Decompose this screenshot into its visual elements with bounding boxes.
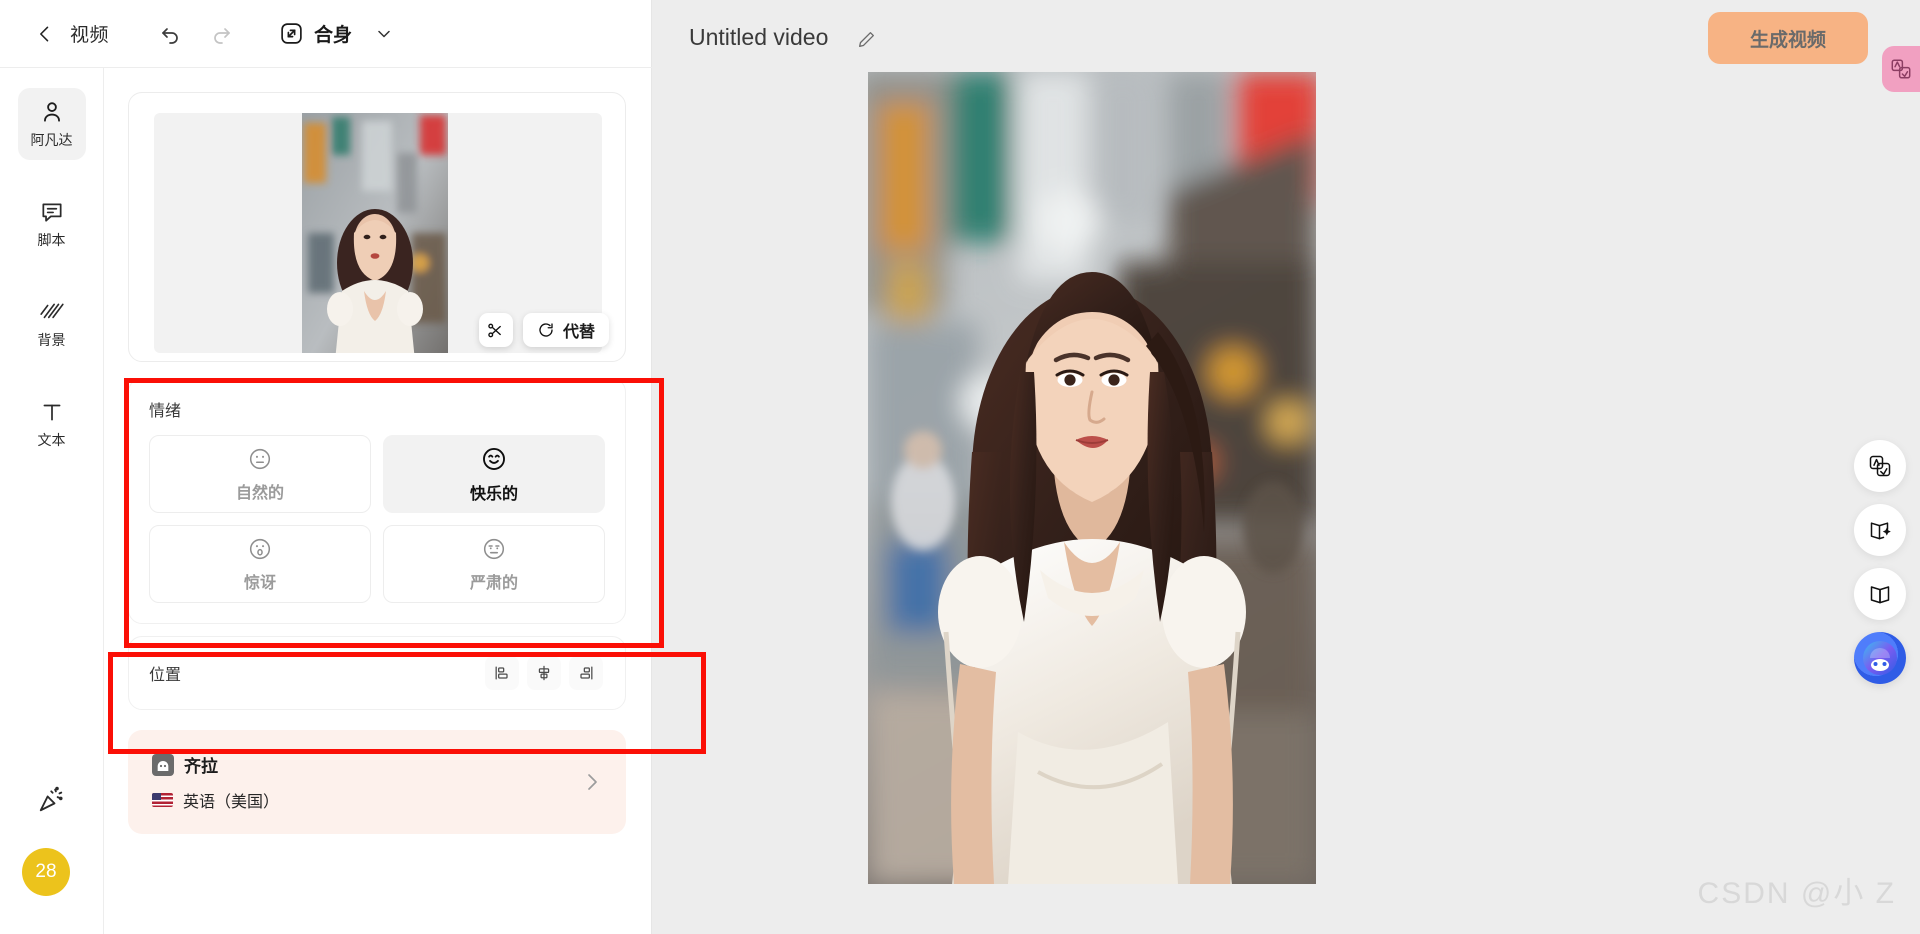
avatar-thumbnail[interactable]	[302, 113, 448, 353]
serious-face-icon	[483, 538, 505, 559]
main-header: Untitled video 生成视频	[653, 0, 1920, 92]
replace-avatar-button[interactable]: 代替	[522, 313, 609, 347]
surprised-face-icon	[249, 538, 271, 559]
person-icon	[43, 101, 60, 122]
toolbar-title: 视频	[70, 25, 110, 46]
redo-icon	[214, 27, 230, 44]
fit-mode-button[interactable]: 合身	[279, 20, 394, 47]
voice-name: 齐拉	[184, 757, 218, 776]
align-left-icon	[495, 666, 508, 680]
diagonal-stripes-icon	[39, 303, 64, 318]
fit-to-screen-icon	[281, 23, 302, 44]
emotion-option-label: 快乐的	[469, 485, 518, 503]
sidebar-item-label: 文本	[37, 431, 66, 448]
right-tool-rail	[1854, 440, 1906, 684]
emotion-option-serious[interactable]: 严肃的	[383, 525, 605, 603]
back-button[interactable]	[28, 17, 62, 51]
assistant-avatar-icon	[1863, 641, 1897, 675]
replace-avatar-label: 代替	[562, 324, 595, 341]
preview-actions: 代替	[478, 313, 609, 347]
emotion-option-surprised[interactable]: 惊讶	[149, 525, 371, 603]
emotion-grid: 自然的 快乐的 惊讶 严肃的	[149, 435, 605, 603]
align-right-icon	[580, 666, 593, 680]
translate-badge-icon	[1891, 59, 1911, 79]
align-right-button[interactable]	[569, 656, 603, 690]
generate-video-button[interactable]: 生成视频	[1708, 12, 1868, 64]
voice-language: 英语（美国）	[183, 794, 280, 811]
us-flag-icon	[152, 793, 173, 807]
book-sparkle-icon	[1870, 522, 1891, 540]
panel-content: 代替 情绪 自然的 快乐的 惊讶 严肃的 位置 齐拉 英语（美国）	[104, 68, 652, 934]
crop-button[interactable]	[478, 313, 513, 347]
align-center-icon	[538, 665, 550, 681]
sidebar-item-text[interactable]: 文本	[18, 388, 86, 460]
neutral-face-icon	[249, 448, 271, 469]
assistant-button[interactable]	[1854, 632, 1906, 684]
position-title: 位置	[149, 667, 182, 684]
fit-mode-label: 合身	[314, 25, 353, 46]
sidebar-item-label: 阿凡达	[30, 131, 73, 148]
emotion-option-label: 自然的	[235, 484, 284, 502]
translate-icon	[1869, 455, 1891, 477]
video-canvas[interactable]	[868, 72, 1316, 884]
emotion-option-natural[interactable]: 自然的	[149, 435, 371, 513]
position-section: 位置	[128, 636, 626, 710]
voice-avatar-icon	[152, 753, 174, 776]
book-icon	[1870, 586, 1890, 604]
voice-avatar-glyph	[157, 760, 169, 771]
scissors-icon	[488, 323, 502, 337]
voice-selector-card[interactable]: 齐拉 英语（美国）	[128, 730, 626, 834]
sidebar-item-label: 背景	[37, 331, 66, 348]
emotion-title: 情绪	[149, 403, 182, 420]
redo-button[interactable]	[203, 16, 239, 52]
app-root: 视频 合身 阿凡达 脚本 背景 文本 28 代替 情绪 自然的 快乐的 惊讶 严…	[0, 0, 1920, 934]
chevron-right-icon[interactable]	[580, 770, 604, 794]
rename-document-button[interactable]	[853, 26, 879, 52]
emotion-option-label: 严肃的	[469, 574, 518, 592]
celebrate-button[interactable]	[0, 784, 104, 814]
party-popper-icon	[39, 786, 63, 812]
document-title: Untitled video	[689, 24, 829, 50]
video-canvas-frame	[868, 72, 1316, 884]
left-editor-panel: 视频 合身 阿凡达 脚本 背景 文本 28 代替 情绪 自然的 快乐的 惊讶 严…	[0, 0, 706, 934]
position-buttons	[485, 656, 603, 690]
translate-badge-button[interactable]	[1882, 46, 1920, 92]
avatar-thumbnail-image	[302, 113, 448, 353]
sidebar-item-script[interactable]: 脚本	[18, 188, 86, 260]
voice-info: 齐拉 英语（美国）	[152, 752, 279, 812]
ai-guide-button[interactable]	[1854, 504, 1906, 556]
speech-bubble-icon	[41, 203, 62, 222]
translate-tool-button[interactable]	[1854, 440, 1906, 492]
credits-badge[interactable]: 28	[22, 848, 70, 896]
sidebar-item-avatar[interactable]: 阿凡达	[17, 88, 86, 160]
emotion-option-label: 惊讶	[243, 574, 276, 592]
chevron-left-icon	[40, 26, 49, 41]
align-left-button[interactable]	[485, 656, 519, 690]
sidebar-item-background[interactable]: 背景	[18, 288, 86, 360]
undo-icon	[162, 27, 178, 44]
text-t-icon	[43, 404, 60, 420]
emotion-option-happy[interactable]: 快乐的	[383, 435, 605, 513]
voice-language-row: 英语（美国）	[152, 788, 279, 812]
main-workspace: Untitled video 生成视频 CSDN @小 Z	[653, 0, 1920, 934]
chevron-down-icon	[378, 30, 390, 37]
fit-dropdown-button[interactable]	[374, 24, 394, 44]
pencil-icon	[858, 31, 874, 47]
avatar-preview-card: 代替	[128, 92, 626, 362]
sidebar-item-label: 脚本	[37, 231, 66, 248]
watermark: CSDN @小 Z	[1697, 877, 1896, 910]
refresh-icon	[539, 323, 553, 337]
voice-name-row: 齐拉	[152, 752, 279, 777]
tool-rail: 阿凡达 脚本 背景 文本 28	[0, 68, 104, 934]
emotion-section: 情绪 自然的 快乐的 惊讶 严肃的	[128, 378, 626, 624]
docs-button[interactable]	[1854, 568, 1906, 620]
undo-button[interactable]	[153, 16, 189, 52]
align-center-button[interactable]	[527, 656, 561, 690]
editor-toolbar: 视频 合身	[0, 0, 652, 68]
smiling-face-icon	[483, 447, 505, 470]
